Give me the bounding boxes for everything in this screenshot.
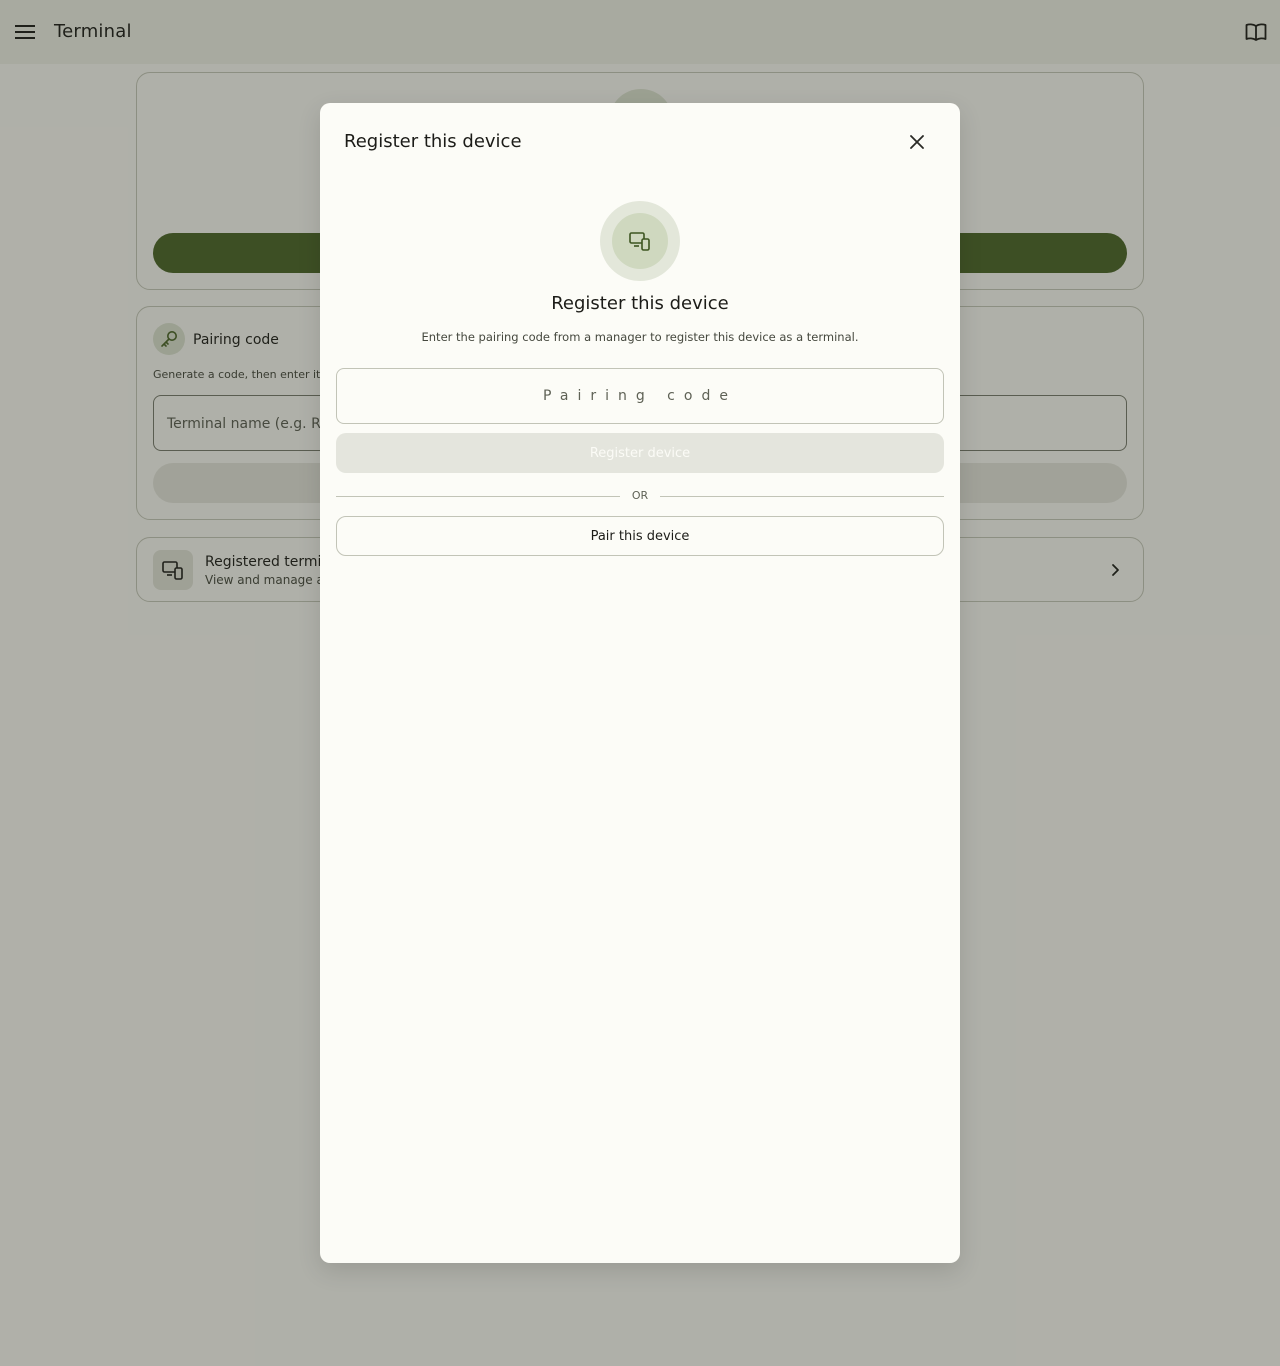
divider-line: [660, 496, 944, 497]
or-divider: OR: [336, 488, 944, 504]
hero-badge: [600, 201, 680, 281]
devices-icon: [612, 213, 668, 269]
register-device-dialog: Register this device Register this devic…: [320, 103, 960, 1263]
dialog-heading: Register this device: [551, 293, 729, 314]
close-icon[interactable]: [906, 131, 928, 153]
or-label: OR: [631, 489, 649, 502]
dialog-description: Enter the pairing code from a manager to…: [421, 330, 859, 344]
dialog-title: Register this device: [344, 131, 522, 152]
pair-device-button[interactable]: Pair this device: [336, 516, 944, 556]
pairing-code-field[interactable]: [336, 368, 944, 424]
register-device-button[interactable]: Register device: [336, 433, 944, 473]
pairing-code-input[interactable]: [337, 369, 943, 423]
divider-line: [336, 496, 620, 497]
